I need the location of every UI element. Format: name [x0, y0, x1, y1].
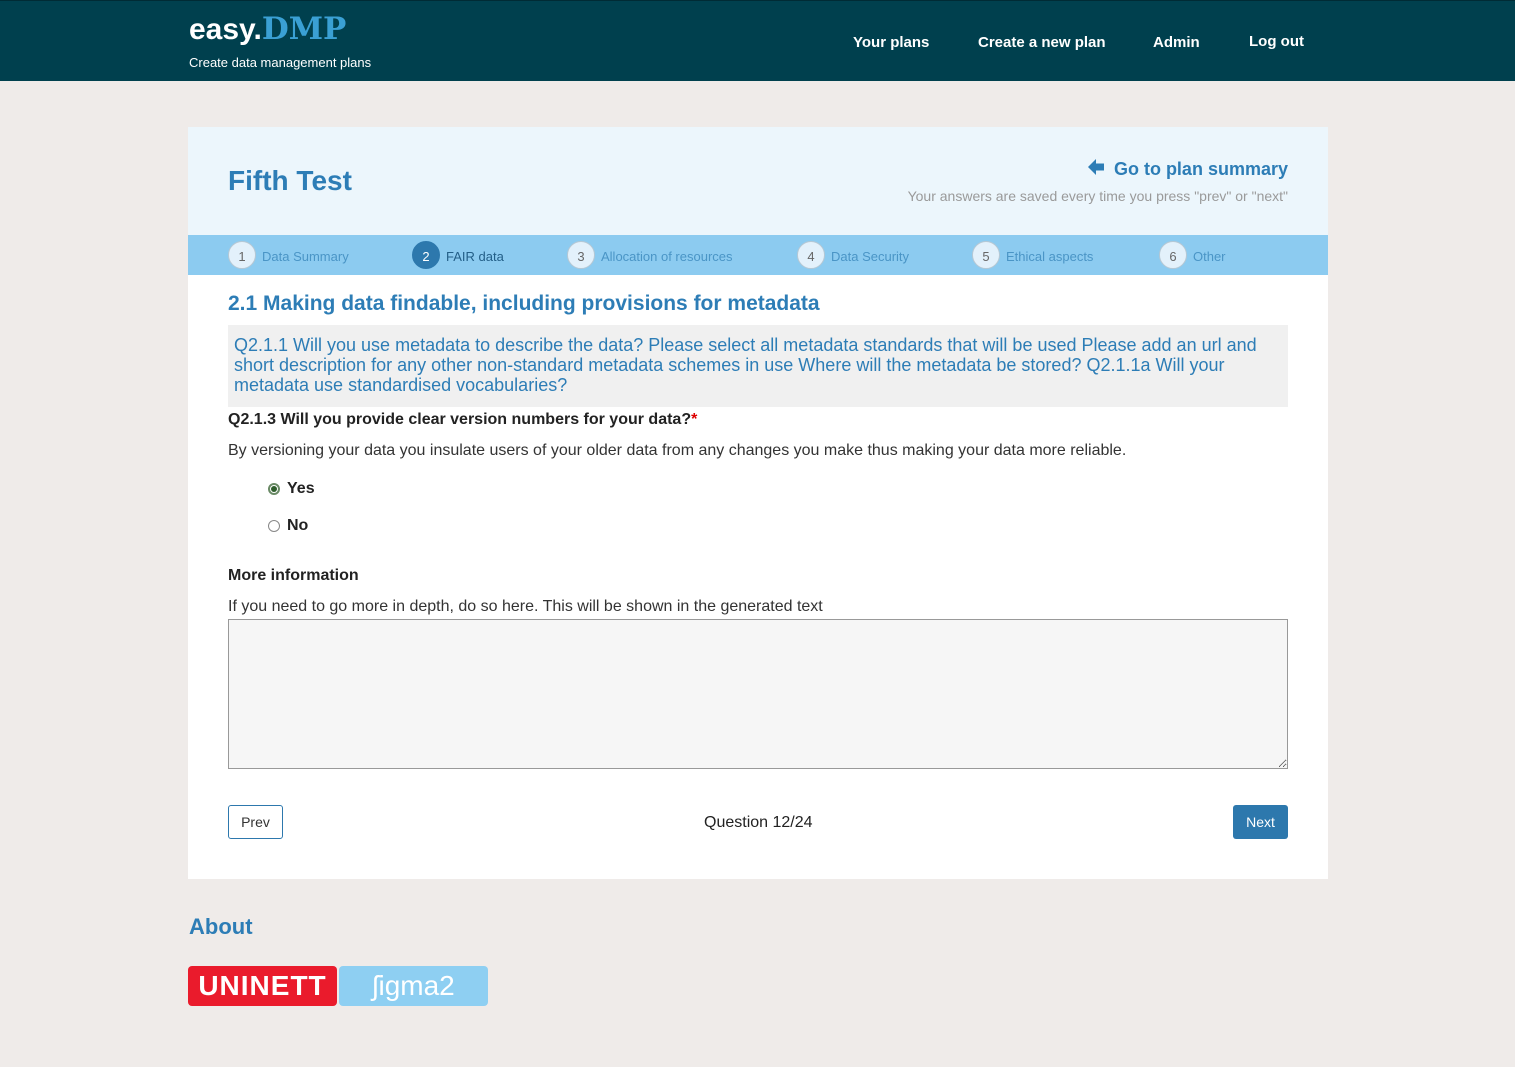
more-info-help: If you need to go more in depth, do so h…	[228, 598, 823, 615]
question-text: Q2.1.3 Will you provide clear version nu…	[228, 411, 692, 428]
step-number: 2	[412, 241, 440, 269]
option-yes-label: Yes	[287, 480, 315, 497]
question-context: Q2.1.1 Will you use metadata to describe…	[228, 325, 1288, 407]
step-number: 5	[972, 241, 1000, 269]
nav-log-out[interactable]: Log out	[1249, 33, 1304, 50]
more-info-textarea[interactable]	[228, 619, 1288, 769]
brand-tagline: Create data management plans	[189, 55, 372, 70]
about-heading: About	[189, 914, 253, 939]
step-data-summary[interactable]: 1 Data Summary	[228, 240, 349, 270]
more-info-label: More information	[228, 567, 359, 584]
go-to-plan-summary-link[interactable]: Go to plan summary	[1087, 159, 1288, 180]
nav-create-new-plan[interactable]: Create a new plan	[978, 34, 1106, 51]
step-ethical-aspects[interactable]: 5 Ethical aspects	[972, 240, 1093, 270]
next-button[interactable]: Next	[1233, 805, 1288, 839]
option-yes[interactable]: Yes	[268, 480, 315, 498]
step-number: 3	[567, 241, 595, 269]
question-help: By versioning your data you insulate use…	[228, 442, 1127, 459]
plan-header: Fifth Test Go to plan summary Your answe…	[188, 127, 1328, 235]
radio-yes[interactable]	[268, 483, 280, 495]
step-number: 6	[1159, 241, 1187, 269]
uninett-logo[interactable]: UNINETT	[188, 966, 337, 1006]
go-to-plan-summary-label: Go to plan summary	[1113, 159, 1288, 179]
nav-admin[interactable]: Admin	[1153, 34, 1200, 51]
option-no[interactable]: No	[268, 517, 308, 535]
arrow-left-icon	[1087, 159, 1105, 180]
step-data-security[interactable]: 4 Data Security	[797, 240, 909, 270]
required-mark: *	[691, 411, 698, 428]
top-navbar: easy.DMP Create data management plans Yo…	[0, 0, 1515, 81]
nav-your-plans[interactable]: Your plans	[853, 34, 929, 51]
prev-button[interactable]: Prev	[228, 805, 283, 839]
step-label: Ethical aspects	[1006, 248, 1094, 264]
brand-logo[interactable]: easy.DMP	[189, 11, 346, 48]
question-counter: Question 12/24	[704, 814, 813, 831]
step-number: 1	[228, 241, 256, 269]
step-other[interactable]: 6 Other	[1159, 240, 1226, 270]
step-label: Data Summary	[262, 248, 349, 264]
plan-title: Fifth Test	[228, 165, 352, 196]
brand-name-easy: easy.	[189, 13, 262, 46]
section-title: 2.1 Making data findable, including prov…	[228, 292, 820, 315]
step-label: FAIR data	[446, 248, 504, 264]
step-number: 4	[797, 241, 825, 269]
radio-no[interactable]	[268, 520, 280, 532]
question-label: Q2.1.3 Will you provide clear version nu…	[228, 411, 697, 429]
section-stepper: 1 Data Summary 2 FAIR data 3 Allocation …	[188, 235, 1328, 275]
save-notice: Your answers are saved every time you pr…	[907, 188, 1288, 204]
step-label: Allocation of resources	[601, 248, 733, 264]
step-fair-data[interactable]: 2 FAIR data	[412, 240, 504, 270]
step-label: Other	[1193, 248, 1226, 264]
plan-panel: Fifth Test Go to plan summary Your answe…	[188, 127, 1328, 879]
sigma2-logo[interactable]: ʃigma2	[339, 966, 488, 1006]
option-no-label: No	[287, 517, 309, 534]
brand-name-dmp: DMP	[261, 11, 347, 47]
step-allocation-of-resources[interactable]: 3 Allocation of resources	[567, 240, 733, 270]
step-label: Data Security	[831, 248, 910, 264]
